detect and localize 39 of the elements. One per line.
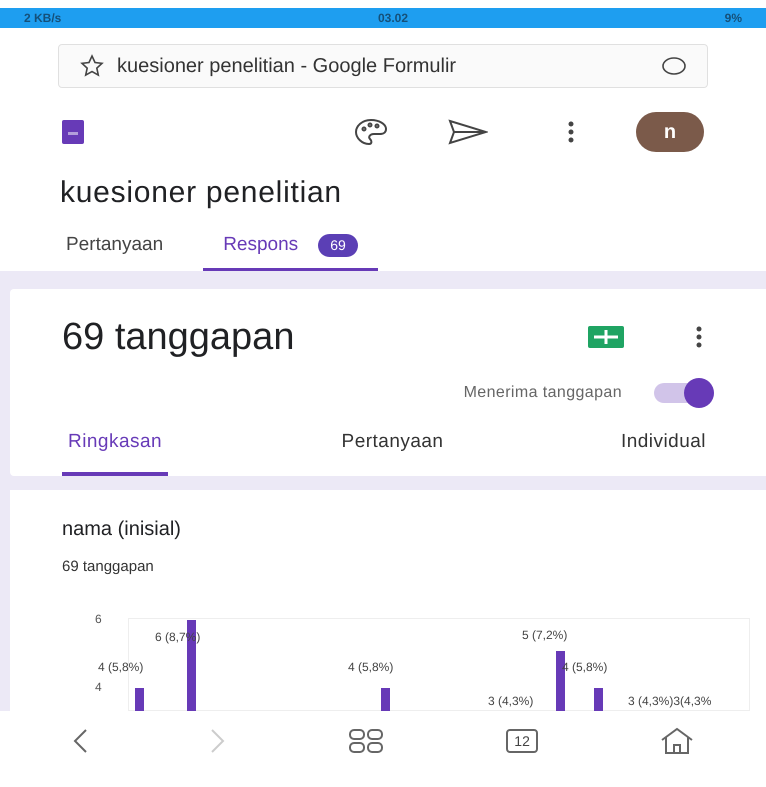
page-title: kuesioner penelitian - Google Formulir (117, 54, 458, 79)
more-icon[interactable] (696, 326, 702, 348)
bar (135, 688, 144, 711)
network-speed: 2 KB/s (24, 10, 62, 27)
form-title: kuesioner penelitian (59, 175, 343, 211)
avatar[interactable]: n (636, 112, 704, 152)
address-bar[interactable]: kuesioner penelitian - Google Formulir (58, 44, 708, 88)
spreadsheet-icon[interactable] (588, 326, 624, 348)
subtab[interactable]: Pertanyaan (338, 428, 448, 476)
clock: 03.02 (378, 10, 408, 27)
bar (594, 688, 603, 711)
send-icon[interactable] (448, 119, 488, 145)
home-icon[interactable] (660, 727, 694, 755)
star-icon[interactable] (79, 54, 105, 78)
bar-value-label: 3 (4,3%) (488, 694, 534, 708)
back-icon[interactable] (72, 728, 88, 754)
more-icon[interactable] (568, 121, 574, 143)
battery-level: 9% (724, 10, 742, 27)
y-tick-label: 4 (95, 680, 102, 694)
grid-icon[interactable] (348, 728, 384, 754)
bar-value-label: 5 (7,2%) (522, 628, 568, 642)
question-title: nama (inisial) (62, 517, 182, 542)
question-response-count: 69 tanggapan (62, 557, 155, 577)
subtab[interactable]: Ringkasan (62, 428, 168, 476)
accepting-responses-label: Menerima tanggapan (464, 382, 622, 402)
bar-value-label: 4 (5,8%) (348, 660, 394, 674)
tab[interactable]: Respons 69 (203, 227, 378, 270)
bar-value-label: 3 (4,3%)3(4,3% (628, 694, 712, 708)
bar (381, 688, 390, 711)
accepting-responses-switch[interactable] (654, 378, 714, 408)
palette-icon[interactable] (354, 118, 388, 146)
tab[interactable]: Pertanyaan (58, 227, 172, 270)
response-count-badge: 69 (318, 234, 358, 257)
subtab[interactable]: Individual (616, 428, 710, 476)
response-count: 69 tanggapan (62, 314, 296, 360)
y-tick-label: 6 (95, 612, 102, 626)
bar-value-label: 4 (5,8%) (98, 660, 144, 674)
tab-count-button[interactable]: 12 (506, 729, 538, 753)
forms-logo-icon[interactable] (62, 120, 84, 144)
